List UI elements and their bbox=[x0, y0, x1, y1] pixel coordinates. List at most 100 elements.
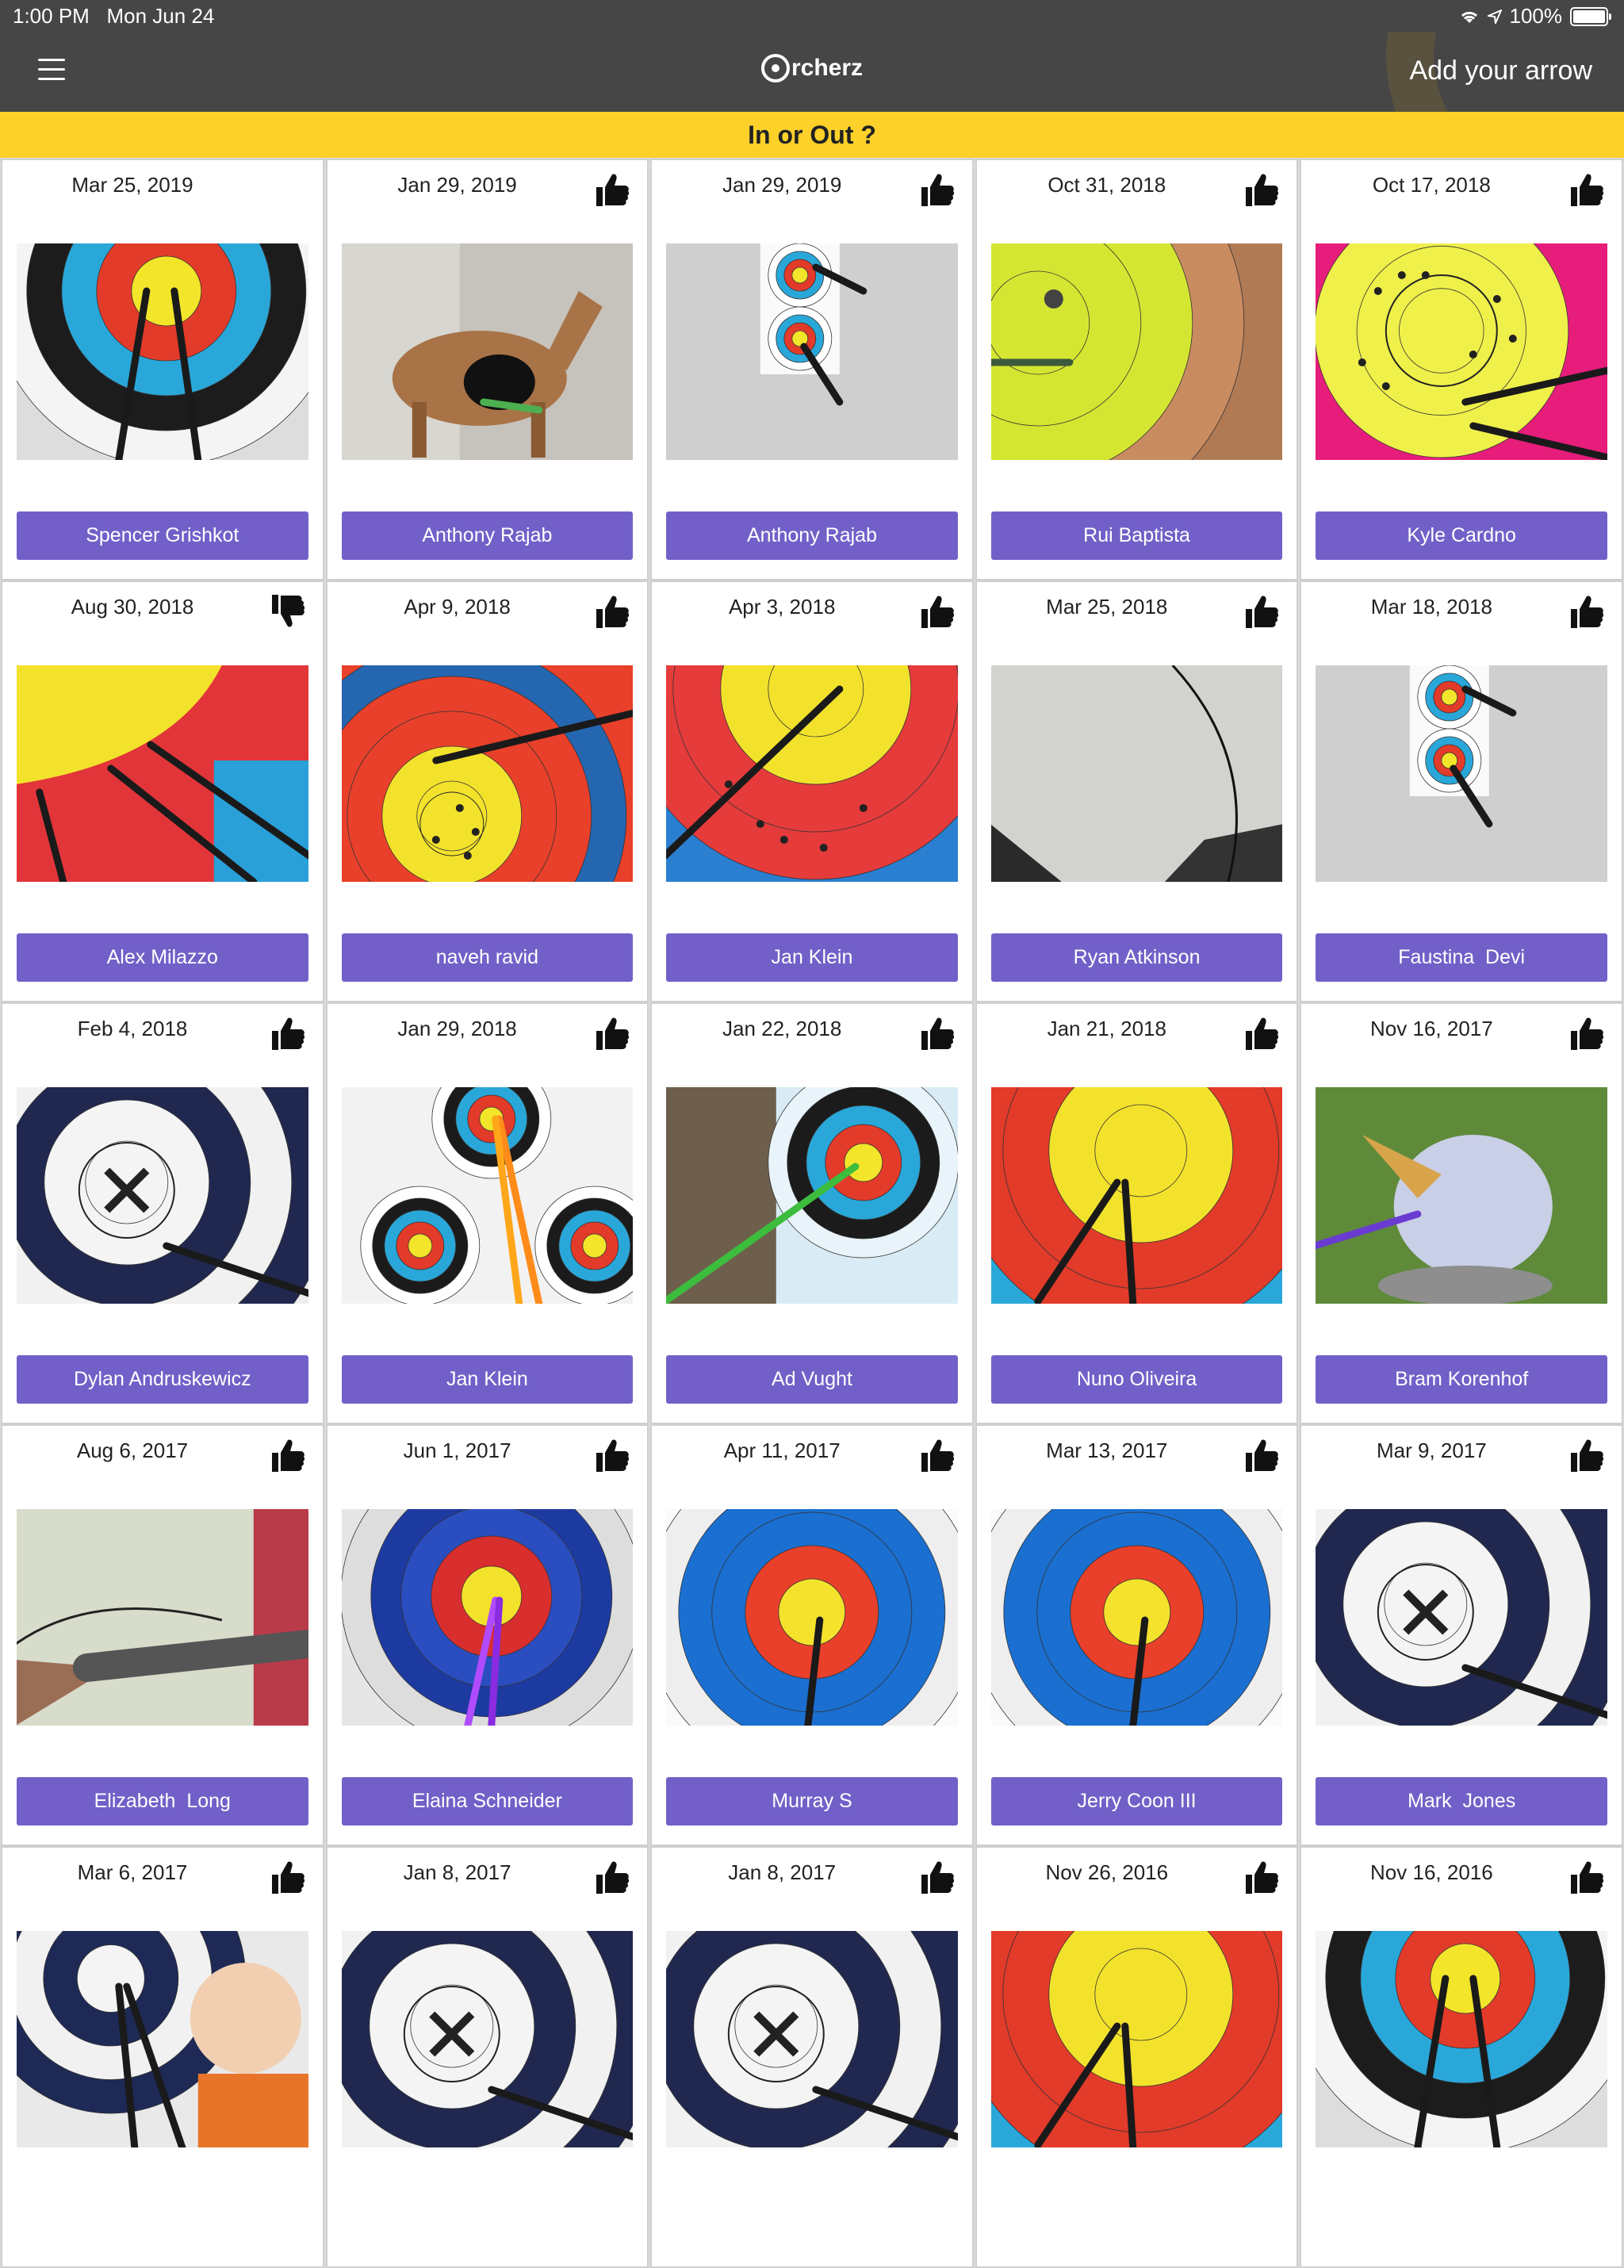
arrow-card[interactable]: Jan 8, 2017 bbox=[650, 1846, 974, 2268]
archer-name-button[interactable]: Mark Jones bbox=[1316, 1777, 1607, 1826]
thumbs-down-icon[interactable] bbox=[266, 590, 308, 633]
arrow-card[interactable]: Jan 21, 2018 Nuno Oliveira bbox=[975, 1002, 1299, 1424]
archer-name-button[interactable]: Bram Korenhof bbox=[1316, 1355, 1607, 1404]
arrow-card[interactable]: Jun 1, 2017 Elaina Schneider bbox=[325, 1424, 649, 1846]
archer-name-button[interactable]: Spencer Grishkot bbox=[17, 511, 308, 560]
arrow-photo[interactable] bbox=[341, 1509, 634, 1726]
arrow-photo[interactable] bbox=[990, 665, 1283, 882]
archer-name-button[interactable]: Alex Milazzo bbox=[17, 933, 308, 982]
thumbs-up-icon[interactable] bbox=[590, 168, 633, 211]
thumbs-up-icon[interactable] bbox=[915, 1856, 958, 1898]
arrow-card[interactable]: Nov 16, 2017 Bram Korenhof bbox=[1300, 1002, 1623, 1424]
arrow-photo[interactable] bbox=[666, 243, 958, 460]
archer-name-button[interactable]: naveh ravid bbox=[341, 933, 634, 982]
arrow-card[interactable]: Aug 6, 2017 Elizabeth Long bbox=[1, 1424, 324, 1846]
thumbs-up-icon[interactable] bbox=[1239, 590, 1282, 633]
add-arrow-button[interactable]: Add your arrow bbox=[1409, 56, 1592, 86]
arrow-card[interactable]: Nov 16, 2016 bbox=[1300, 1846, 1623, 2268]
arrow-photo[interactable] bbox=[17, 1931, 308, 2147]
arrow-card[interactable]: Mar 25, 2019 Spencer Grishkot bbox=[1, 159, 324, 580]
thumbs-up-icon[interactable] bbox=[1239, 1012, 1282, 1055]
arrow-photo[interactable] bbox=[990, 1087, 1283, 1304]
archer-name-button[interactable]: Faustina Devi bbox=[1316, 933, 1607, 982]
arrow-photo[interactable] bbox=[1316, 243, 1607, 460]
archer-name-button[interactable]: Jan Klein bbox=[341, 1355, 634, 1404]
arrow-card[interactable]: Oct 17, 2018 Kyle Cardno bbox=[1300, 159, 1623, 580]
arrow-photo[interactable] bbox=[666, 1931, 958, 2147]
arrow-card[interactable]: Mar 18, 2018 Faustina Devi bbox=[1300, 580, 1623, 1002]
thumbs-up-icon[interactable] bbox=[1565, 1856, 1607, 1898]
arrow-photo[interactable] bbox=[17, 1509, 308, 1726]
arrow-photo[interactable] bbox=[666, 1087, 958, 1304]
thumbs-up-icon[interactable] bbox=[1565, 1012, 1607, 1055]
arrow-card[interactable]: Jan 29, 2019 Anthony Rajab bbox=[325, 159, 649, 580]
archer-name-button[interactable]: Nuno Oliveira bbox=[990, 1355, 1283, 1404]
thumbs-up-icon[interactable] bbox=[1565, 168, 1607, 211]
thumbs-up-icon[interactable] bbox=[1239, 1856, 1282, 1898]
thumbs-up-icon[interactable] bbox=[1239, 1434, 1282, 1477]
archer-name-button[interactable]: Kyle Cardno bbox=[1316, 511, 1607, 560]
arrow-photo[interactable] bbox=[341, 665, 634, 882]
arrow-card[interactable]: Jan 29, 2019 Anthony Rajab bbox=[650, 159, 974, 580]
archer-name-button[interactable]: Anthony Rajab bbox=[341, 511, 634, 560]
archer-name-button[interactable]: Elaina Schneider bbox=[341, 1777, 634, 1826]
arrow-card[interactable]: Jan 8, 2017 bbox=[325, 1846, 649, 2268]
thumbs-up-icon[interactable] bbox=[590, 1856, 633, 1898]
arrow-card[interactable]: Apr 9, 2018 naveh ravid bbox=[325, 580, 649, 1002]
thumbs-up-icon[interactable] bbox=[590, 1012, 633, 1055]
arrow-card[interactable]: Apr 11, 2017 Murray S bbox=[650, 1424, 974, 1846]
arrow-card[interactable]: Mar 6, 2017 bbox=[1, 1846, 324, 2268]
archer-name-button[interactable]: Murray S bbox=[666, 1777, 958, 1826]
archer-name-button[interactable]: Rui Baptista bbox=[990, 511, 1283, 560]
arrow-photo[interactable] bbox=[1316, 1931, 1607, 2147]
hamburger-menu-icon[interactable] bbox=[38, 59, 65, 81]
arrow-card[interactable]: Jan 22, 2018 Ad Vught bbox=[650, 1002, 974, 1424]
arrow-card[interactable]: Mar 25, 2018 Ryan Atkinson bbox=[975, 580, 1299, 1002]
arrow-photo[interactable] bbox=[341, 1931, 634, 2147]
arrow-card[interactable]: Aug 30, 2018 Alex Milazzo bbox=[1, 580, 324, 1002]
card-date: Apr 3, 2018 bbox=[728, 595, 836, 619]
thumbs-up-icon[interactable] bbox=[266, 1434, 308, 1477]
thumbs-up-icon[interactable] bbox=[915, 1012, 958, 1055]
arrow-photo[interactable] bbox=[990, 1509, 1283, 1726]
archer-name-button[interactable]: Jerry Coon III bbox=[990, 1777, 1283, 1826]
arrow-card[interactable]: Oct 31, 2018 Rui Baptista bbox=[975, 159, 1299, 580]
thumbs-up-icon[interactable] bbox=[915, 590, 958, 633]
arrow-card[interactable]: Jan 29, 2018 Jan Klein bbox=[325, 1002, 649, 1424]
thumbs-up-icon[interactable] bbox=[1565, 1434, 1607, 1477]
arrow-photo[interactable] bbox=[341, 1087, 634, 1304]
thumbs-up-icon[interactable] bbox=[1565, 590, 1607, 633]
arrow-photo[interactable] bbox=[17, 1087, 308, 1304]
thumbs-up-icon[interactable] bbox=[1239, 168, 1282, 211]
arrow-card[interactable]: Nov 26, 2016 bbox=[975, 1846, 1299, 2268]
archer-name-button[interactable]: Jan Klein bbox=[666, 933, 958, 982]
thumbs-up-icon[interactable] bbox=[915, 1434, 958, 1477]
arrow-card[interactable]: Feb 4, 2018 Dylan Andruskewicz bbox=[1, 1002, 324, 1424]
arrow-photo[interactable] bbox=[1316, 665, 1607, 882]
card-date: Mar 6, 2017 bbox=[77, 1860, 188, 1884]
archer-name-button[interactable]: Elizabeth Long bbox=[17, 1777, 308, 1826]
thumbs-up-icon[interactable] bbox=[915, 168, 958, 211]
thumbs-up-icon[interactable] bbox=[590, 1434, 633, 1477]
arrow-card[interactable]: Apr 3, 2018 Jan Klein bbox=[650, 580, 974, 1002]
arrow-photo[interactable] bbox=[17, 243, 308, 460]
arrow-photo[interactable] bbox=[1316, 1087, 1607, 1304]
archer-name-button[interactable]: Ad Vught bbox=[666, 1355, 958, 1404]
thumbs-up-icon[interactable] bbox=[266, 1012, 308, 1055]
arrow-photo[interactable] bbox=[17, 665, 308, 882]
arrow-grid: Mar 25, 2019 Spencer Grishkot Jan 29, 2019… bbox=[0, 159, 1624, 2268]
archer-name-button[interactable]: Dylan Andruskewicz bbox=[17, 1355, 308, 1404]
arrow-photo[interactable] bbox=[341, 243, 634, 460]
arrow-photo[interactable] bbox=[666, 1509, 958, 1726]
arrow-photo[interactable] bbox=[666, 665, 958, 882]
arrow-photo[interactable] bbox=[990, 1931, 1283, 2147]
arrow-photo[interactable] bbox=[990, 243, 1283, 460]
arrow-card[interactable]: Mar 9, 2017 Mark Jones bbox=[1300, 1424, 1623, 1846]
arrow-card[interactable]: Mar 13, 2017 Jerry Coon III bbox=[975, 1424, 1299, 1846]
archer-name-button[interactable]: Ryan Atkinson bbox=[990, 933, 1283, 982]
archer-name-button[interactable]: Anthony Rajab bbox=[666, 511, 958, 560]
nav-bar: rcherz Add your arrow bbox=[0, 32, 1624, 112]
thumbs-up-icon[interactable] bbox=[266, 1856, 308, 1898]
thumbs-up-icon[interactable] bbox=[590, 590, 633, 633]
arrow-photo[interactable] bbox=[1316, 1509, 1607, 1726]
